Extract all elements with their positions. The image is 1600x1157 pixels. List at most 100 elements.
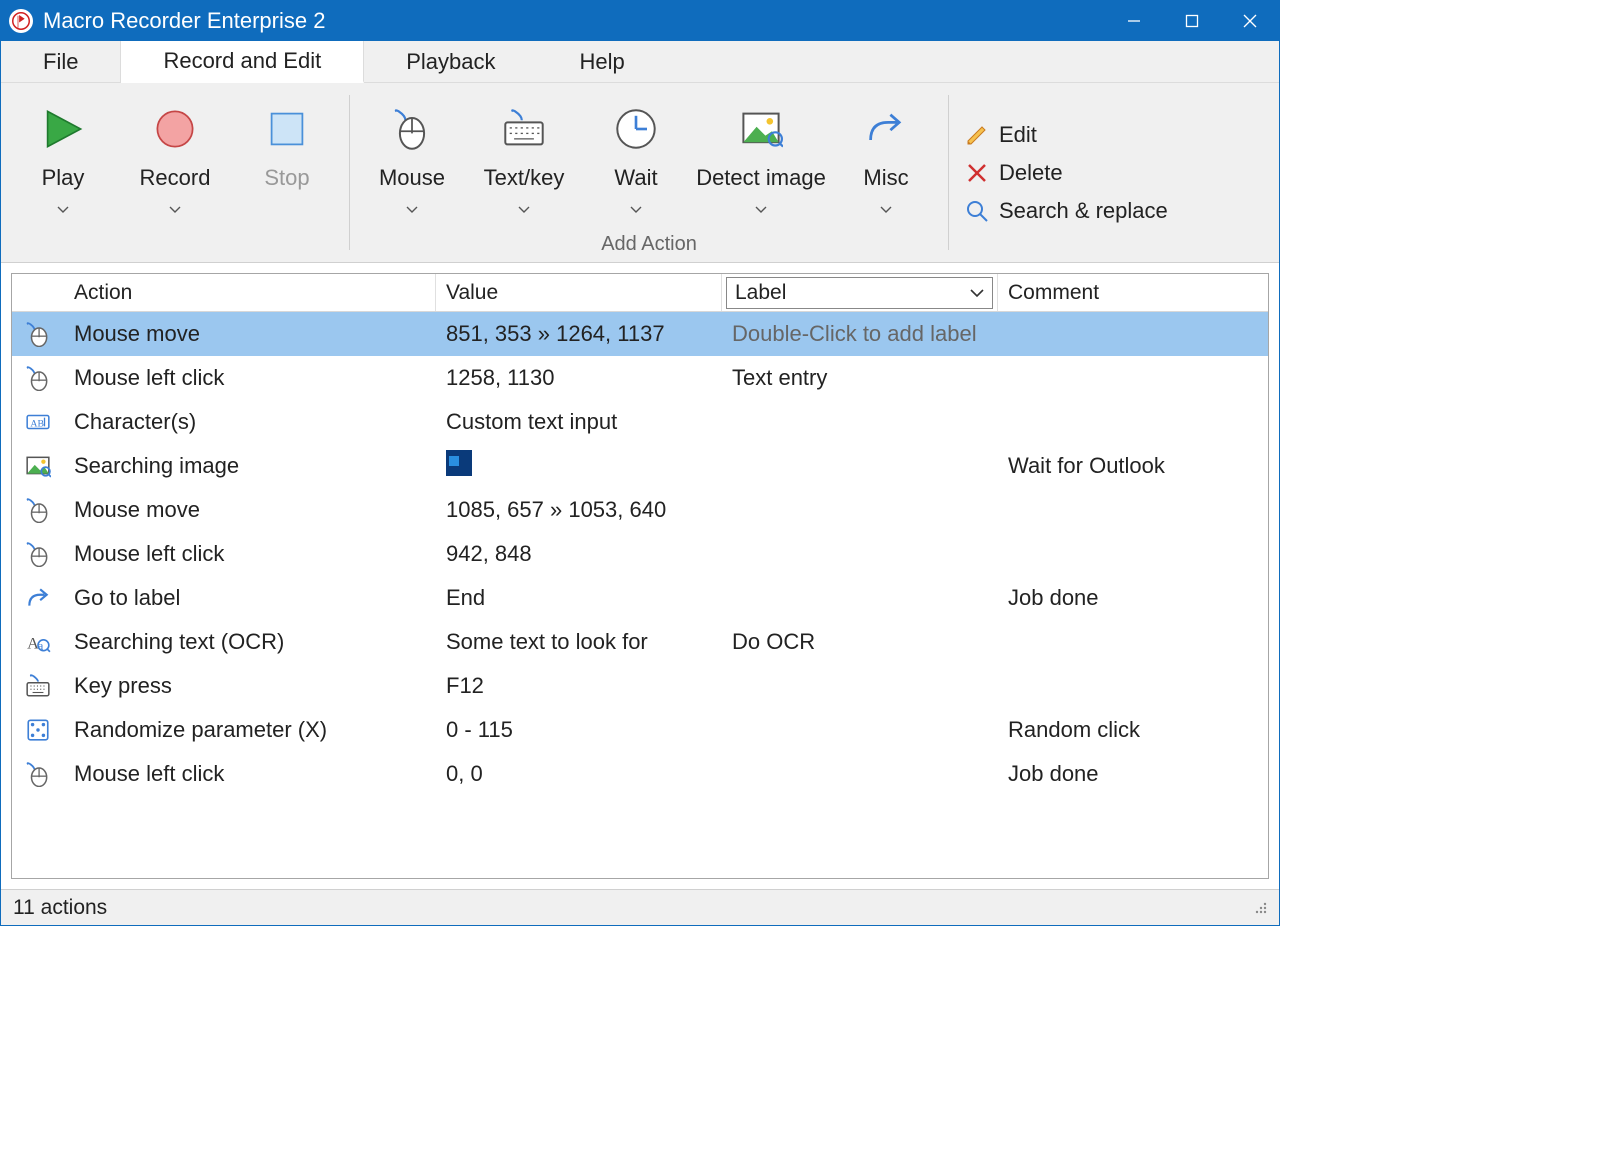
mouse-icon bbox=[12, 321, 64, 347]
cell-action: Mouse left click bbox=[64, 761, 436, 787]
chevron-down-icon bbox=[630, 197, 642, 220]
wait-button[interactable]: Wait bbox=[580, 89, 692, 233]
cell-label[interactable]: Double-Click to add label bbox=[722, 321, 998, 347]
title-bar: Macro Recorder Enterprise 2 bbox=[1, 1, 1279, 41]
clock-icon bbox=[614, 101, 658, 157]
random-icon bbox=[12, 717, 64, 743]
record-icon bbox=[153, 101, 197, 157]
ocr-icon: Aa bbox=[12, 629, 64, 655]
goto-icon bbox=[12, 585, 64, 611]
cell-label[interactable]: Do OCR bbox=[722, 629, 998, 655]
tab-help[interactable]: Help bbox=[538, 41, 667, 82]
cell-value: 851, 353 » 1264, 1137 bbox=[436, 321, 722, 347]
cell-comment: Job done bbox=[998, 761, 1268, 787]
table-row[interactable]: AaSearching text (OCR)Some text to look … bbox=[12, 620, 1268, 664]
mouse-icon bbox=[390, 101, 434, 157]
delete-button[interactable]: Delete bbox=[965, 160, 1168, 186]
cell-comment: Wait for Outlook bbox=[998, 453, 1268, 479]
chars-icon: AB bbox=[12, 409, 64, 435]
table-row[interactable]: Mouse move1085, 657 » 1053, 640 bbox=[12, 488, 1268, 532]
close-button[interactable] bbox=[1221, 1, 1279, 41]
table-row[interactable]: Go to labelEndJob done bbox=[12, 576, 1268, 620]
column-header-label[interactable]: Label bbox=[722, 274, 998, 311]
table-row[interactable]: Searching image Wait for Outlook bbox=[12, 444, 1268, 488]
maximize-button[interactable] bbox=[1163, 1, 1221, 41]
column-header-value[interactable]: Value bbox=[436, 274, 722, 311]
key-icon bbox=[12, 673, 64, 699]
label-select[interactable]: Label bbox=[726, 277, 993, 309]
cell-value: Custom text input bbox=[436, 409, 722, 435]
table-row[interactable]: Mouse left click1258, 1130Text entry bbox=[12, 356, 1268, 400]
cell-action: Searching image bbox=[64, 453, 436, 479]
status-bar: 11 actions bbox=[1, 889, 1279, 925]
resize-grip-icon[interactable] bbox=[1251, 896, 1267, 920]
edit-button[interactable]: Edit bbox=[965, 122, 1168, 148]
column-header-action[interactable]: Action bbox=[64, 274, 436, 311]
ribbon: Play Record Stop Mouse bbox=[1, 83, 1279, 263]
window-title: Macro Recorder Enterprise 2 bbox=[43, 8, 325, 34]
mouse-icon bbox=[12, 541, 64, 567]
menu-tabs: File Record and Edit Playback Help bbox=[1, 41, 1279, 83]
action-table: Action Value Label Comment Mouse move851… bbox=[11, 273, 1269, 879]
cell-action: Mouse move bbox=[64, 497, 436, 523]
image-search-icon bbox=[739, 101, 783, 157]
column-header-icon[interactable] bbox=[12, 274, 64, 311]
mouse-button[interactable]: Mouse bbox=[356, 89, 468, 233]
cell-action: Mouse left click bbox=[64, 541, 436, 567]
mouse-icon bbox=[12, 497, 64, 523]
minimize-button[interactable] bbox=[1105, 1, 1163, 41]
table-row[interactable]: Mouse left click0, 0Job done bbox=[12, 752, 1268, 796]
pencil-icon bbox=[965, 123, 989, 147]
column-header-comment[interactable]: Comment bbox=[998, 274, 1268, 311]
chevron-down-icon bbox=[169, 197, 181, 220]
play-button[interactable]: Play bbox=[7, 89, 119, 233]
chevron-down-icon bbox=[970, 281, 984, 305]
table-row[interactable]: Mouse left click942, 848 bbox=[12, 532, 1268, 576]
chevron-down-icon bbox=[880, 197, 892, 220]
ribbon-group-add-action: Mouse Text/key Wait Detect image bbox=[350, 83, 948, 262]
search-replace-button[interactable]: Search & replace bbox=[965, 198, 1168, 224]
stop-icon bbox=[265, 101, 309, 157]
misc-button[interactable]: Misc bbox=[830, 89, 942, 233]
svg-text:AB: AB bbox=[30, 418, 44, 429]
chevron-down-icon bbox=[518, 197, 530, 220]
ribbon-group-playback: Play Record Stop bbox=[1, 83, 349, 262]
cell-value: 1258, 1130 bbox=[436, 365, 722, 391]
stop-button[interactable]: Stop bbox=[231, 89, 343, 233]
table-body: Mouse move851, 353 » 1264, 1137Double-Cl… bbox=[12, 312, 1268, 878]
cell-action: Mouse move bbox=[64, 321, 436, 347]
cell-label[interactable]: Text entry bbox=[722, 365, 998, 391]
cell-value bbox=[436, 450, 722, 482]
detect-image-button[interactable]: Detect image bbox=[692, 89, 830, 233]
status-text: 11 actions bbox=[13, 896, 107, 920]
play-icon bbox=[41, 101, 85, 157]
cell-comment: Random click bbox=[998, 717, 1268, 743]
table-header: Action Value Label Comment bbox=[12, 274, 1268, 312]
record-button[interactable]: Record bbox=[119, 89, 231, 233]
cell-action: Mouse left click bbox=[64, 365, 436, 391]
table-row[interactable]: Mouse move851, 353 » 1264, 1137Double-Cl… bbox=[12, 312, 1268, 356]
cell-action: Searching text (OCR) bbox=[64, 629, 436, 655]
search-replace-label: Search & replace bbox=[999, 198, 1168, 224]
image-icon bbox=[12, 453, 64, 479]
ribbon-side-group: Edit Delete Search & replace bbox=[949, 83, 1184, 262]
app-icon bbox=[9, 9, 33, 33]
delete-label: Delete bbox=[999, 160, 1063, 186]
edit-label: Edit bbox=[999, 122, 1037, 148]
mouse-icon bbox=[12, 365, 64, 391]
chevron-down-icon bbox=[755, 197, 767, 220]
redo-arrow-icon bbox=[864, 101, 908, 157]
table-row[interactable]: Randomize parameter (X)0 - 115Random cli… bbox=[12, 708, 1268, 752]
text-key-button[interactable]: Text/key bbox=[468, 89, 580, 233]
tab-playback[interactable]: Playback bbox=[364, 41, 537, 82]
cell-action: Randomize parameter (X) bbox=[64, 717, 436, 743]
table-row[interactable]: Key pressF12 bbox=[12, 664, 1268, 708]
cell-value: 1085, 657 » 1053, 640 bbox=[436, 497, 722, 523]
tab-record-and-edit[interactable]: Record and Edit bbox=[121, 41, 364, 83]
chevron-down-icon bbox=[57, 197, 69, 220]
tab-file[interactable]: File bbox=[1, 41, 121, 82]
keyboard-icon bbox=[502, 101, 546, 157]
table-row[interactable]: ABCharacter(s)Custom text input bbox=[12, 400, 1268, 444]
label-select-text: Label bbox=[735, 281, 786, 305]
cell-value: F12 bbox=[436, 673, 722, 699]
